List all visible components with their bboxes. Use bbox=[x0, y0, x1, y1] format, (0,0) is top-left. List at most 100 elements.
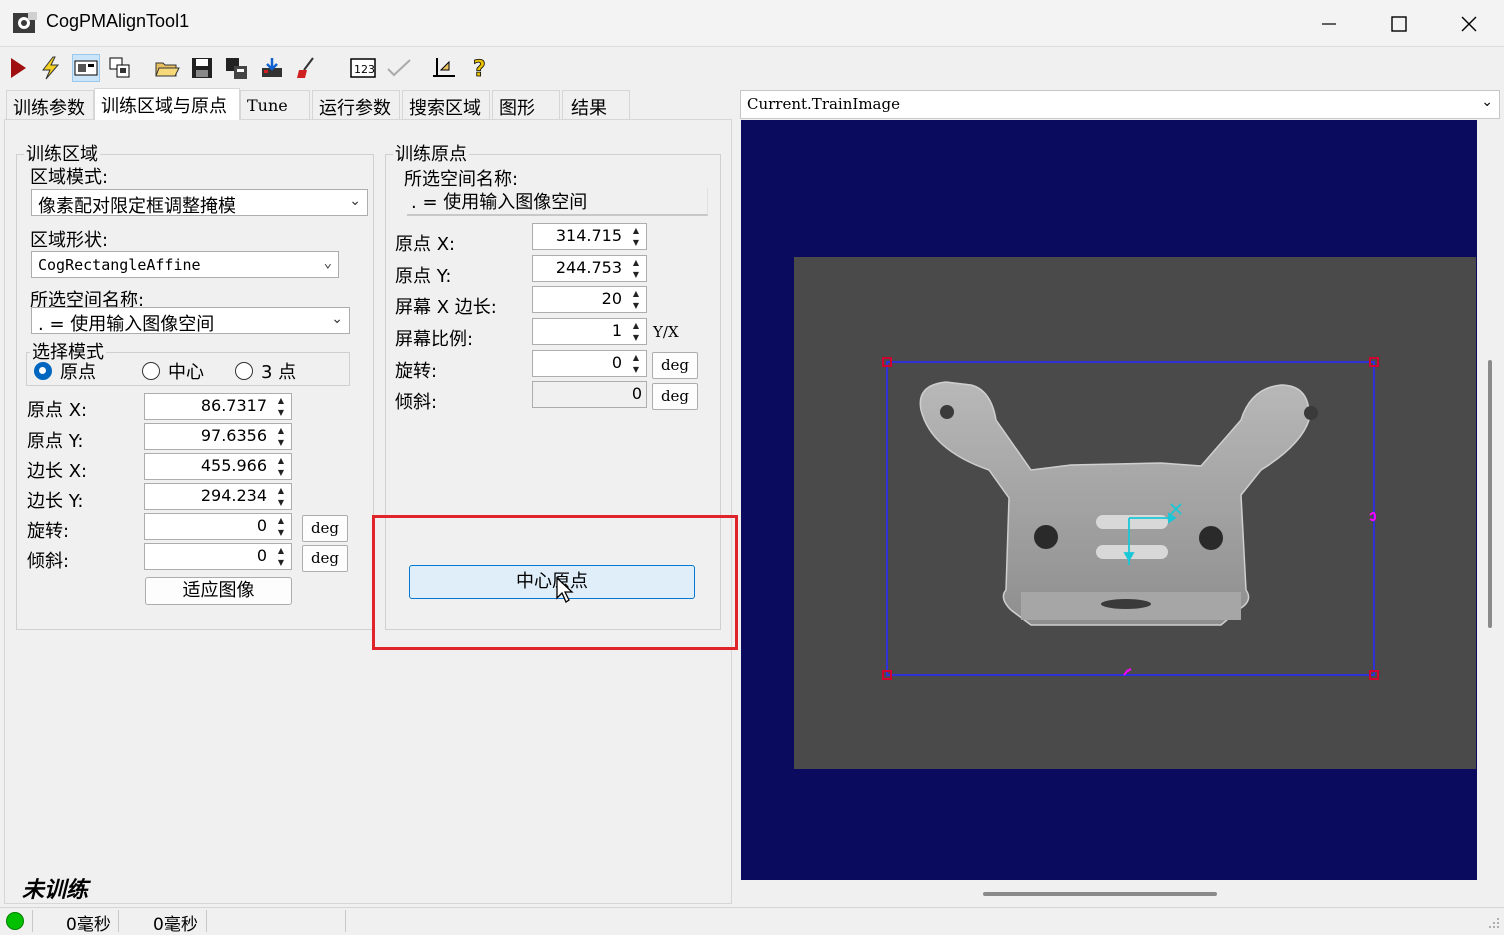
show-image-button[interactable] bbox=[72, 54, 100, 82]
import-button[interactable] bbox=[258, 54, 286, 82]
spin-up-icon[interactable]: ▲ bbox=[273, 545, 289, 557]
image-display[interactable] bbox=[741, 120, 1477, 880]
spin-up-icon[interactable]: ▲ bbox=[273, 485, 289, 497]
origin-y-input[interactable]: 244.753 ▲ ▼ bbox=[532, 255, 647, 282]
spin-up-icon[interactable]: ▲ bbox=[273, 515, 289, 527]
spin-up-icon[interactable]: ▲ bbox=[628, 225, 644, 237]
status-bar: 0毫秒 0毫秒 bbox=[0, 907, 1504, 935]
spin-up-icon[interactable]: ▲ bbox=[273, 395, 289, 407]
tab-search-region[interactable]: 搜索区域 bbox=[402, 90, 490, 119]
origin-x-label: 原点 X: bbox=[395, 234, 456, 255]
run-button[interactable] bbox=[4, 54, 32, 82]
region-rotation-unit-button[interactable]: deg bbox=[302, 515, 348, 542]
folder-open-icon bbox=[155, 62, 180, 77]
spin-down-icon[interactable]: ▼ bbox=[273, 527, 289, 539]
save-button[interactable] bbox=[188, 54, 216, 82]
region-shape-select[interactable]: CogRectangleAffine ⌄ bbox=[31, 251, 339, 278]
measure-button[interactable] bbox=[430, 54, 458, 82]
origin-skew-unit-button[interactable]: deg bbox=[652, 383, 698, 410]
spin-down-icon[interactable]: ▼ bbox=[273, 497, 289, 509]
region-rotation-input[interactable]: 0 ▲ ▼ bbox=[144, 513, 292, 540]
tab-tune[interactable]: Tune bbox=[240, 90, 310, 119]
region-side-y-value: 294.234 bbox=[200, 486, 267, 505]
origin-y-value: 244.753 bbox=[555, 258, 622, 277]
tab-train-region-origin[interactable]: 训练区域与原点 bbox=[94, 88, 240, 120]
spin-down-icon[interactable]: ▼ bbox=[273, 557, 289, 569]
origin-x-input[interactable]: 314.715 ▲ ▼ bbox=[532, 223, 647, 250]
region-rotation-value: 0 bbox=[256, 516, 267, 535]
svg-text:123: 123 bbox=[354, 63, 375, 76]
screen-ratio-input[interactable]: 1 ▲ ▼ bbox=[532, 318, 647, 345]
floating-window-button[interactable] bbox=[106, 54, 134, 82]
region-mode-select[interactable]: 像素配对限定框调整掩模 ⌄ bbox=[31, 189, 368, 216]
spin-down-icon[interactable]: ▼ bbox=[628, 300, 644, 312]
region-skew-label: 倾斜: bbox=[27, 551, 70, 572]
electric-mode-button[interactable] bbox=[36, 54, 64, 82]
help-button[interactable]: ? bbox=[466, 54, 494, 82]
reset-button[interactable] bbox=[293, 54, 321, 82]
spin-down-icon[interactable]: ▼ bbox=[628, 364, 644, 376]
tab-strip: 训练参数 训练区域与原点 Tune 运行参数 搜索区域 图形 结果 bbox=[4, 88, 732, 120]
save-image-button[interactable] bbox=[222, 54, 250, 82]
chevron-down-icon: ⌄ bbox=[1481, 94, 1493, 110]
region-origin-x-value: 86.7317 bbox=[200, 396, 267, 415]
save-icon bbox=[192, 58, 212, 78]
spin-up-icon[interactable]: ▲ bbox=[628, 288, 644, 300]
image-source-select[interactable]: Current.TrainImage ⌄ bbox=[740, 90, 1500, 119]
spin-down-icon[interactable]: ▼ bbox=[273, 467, 289, 479]
tab-results[interactable]: 结果 bbox=[562, 90, 630, 119]
region-origin-x-label: 原点 X: bbox=[27, 400, 88, 421]
spin-up-icon[interactable]: ▲ bbox=[628, 320, 644, 332]
close-icon bbox=[1461, 16, 1477, 31]
horizontal-scroll-thumb[interactable] bbox=[983, 892, 1217, 896]
region-side-x-input[interactable]: 455.966 ▲ ▼ bbox=[144, 453, 292, 480]
vertical-scroll-thumb[interactable] bbox=[1488, 360, 1492, 628]
spin-down-icon[interactable]: ▼ bbox=[628, 237, 644, 249]
screen-ratio-value: 1 bbox=[611, 321, 622, 340]
spin-down-icon[interactable]: ▼ bbox=[273, 407, 289, 419]
tab-run-params[interactable]: 运行参数 bbox=[312, 90, 400, 119]
origin-rotation-input[interactable]: 0 ▲ ▼ bbox=[532, 350, 647, 377]
region-rotation-label: 旋转: bbox=[27, 521, 70, 542]
region-space-select[interactable]: . = 使用输入图像空间 ⌄ bbox=[31, 307, 350, 334]
measure-icon bbox=[433, 58, 455, 77]
region-mode-value: 像素配对限定框调整掩模 bbox=[38, 196, 236, 216]
radio-3-point[interactable]: 3 点 bbox=[235, 358, 296, 384]
spin-down-icon[interactable]: ▼ bbox=[628, 269, 644, 281]
minimize-button[interactable] bbox=[1294, 0, 1364, 47]
radio-origin[interactable]: 原点 bbox=[34, 358, 96, 384]
close-button[interactable] bbox=[1434, 0, 1504, 47]
spin-up-icon[interactable]: ▲ bbox=[273, 455, 289, 467]
fit-image-button[interactable]: 适应图像 bbox=[145, 577, 292, 605]
spin-down-icon[interactable]: ▼ bbox=[273, 437, 289, 449]
radio-icon bbox=[235, 362, 253, 380]
radio-center[interactable]: 中心 bbox=[142, 358, 204, 384]
maximize-button[interactable] bbox=[1364, 0, 1434, 47]
region-origin-x-input[interactable]: 86.7317 ▲ ▼ bbox=[144, 393, 292, 420]
origin-skew-input: 0 bbox=[532, 381, 647, 408]
spin-up-icon[interactable]: ▲ bbox=[628, 257, 644, 269]
region-skew-input[interactable]: 0 ▲ ▼ bbox=[144, 543, 292, 570]
minimize-icon bbox=[1322, 22, 1336, 25]
accept-button[interactable] bbox=[385, 54, 413, 82]
tab-train-params[interactable]: 训练参数 bbox=[6, 90, 94, 119]
region-mode-label: 区域模式: bbox=[30, 167, 109, 188]
region-skew-unit-button[interactable]: deg bbox=[302, 545, 348, 572]
spin-up-icon[interactable]: ▲ bbox=[628, 352, 644, 364]
region-side-y-input[interactable]: 294.234 ▲ ▼ bbox=[144, 483, 292, 510]
resize-grip-icon[interactable] bbox=[1486, 916, 1500, 930]
status-time-1: 0毫秒 bbox=[66, 915, 111, 935]
numeric-display-button[interactable]: 123 bbox=[349, 54, 377, 82]
spin-up-icon[interactable]: ▲ bbox=[273, 425, 289, 437]
origin-rotation-unit-button[interactable]: deg bbox=[652, 352, 698, 379]
open-button[interactable] bbox=[153, 54, 181, 82]
spin-down-icon[interactable]: ▼ bbox=[628, 332, 644, 344]
region-origin-y-input[interactable]: 97.6356 ▲ ▼ bbox=[144, 423, 292, 450]
title-bar: CogPMAlignTool1 bbox=[0, 0, 1504, 47]
train-image-canvas bbox=[794, 257, 1476, 769]
vertical-scrollbar[interactable] bbox=[1482, 120, 1504, 880]
region-origin-y-value: 97.6356 bbox=[200, 426, 267, 445]
tab-graphics[interactable]: 图形 bbox=[492, 90, 560, 119]
screen-x-input[interactable]: 20 ▲ ▼ bbox=[532, 286, 647, 313]
radio-selected-icon bbox=[34, 362, 52, 380]
